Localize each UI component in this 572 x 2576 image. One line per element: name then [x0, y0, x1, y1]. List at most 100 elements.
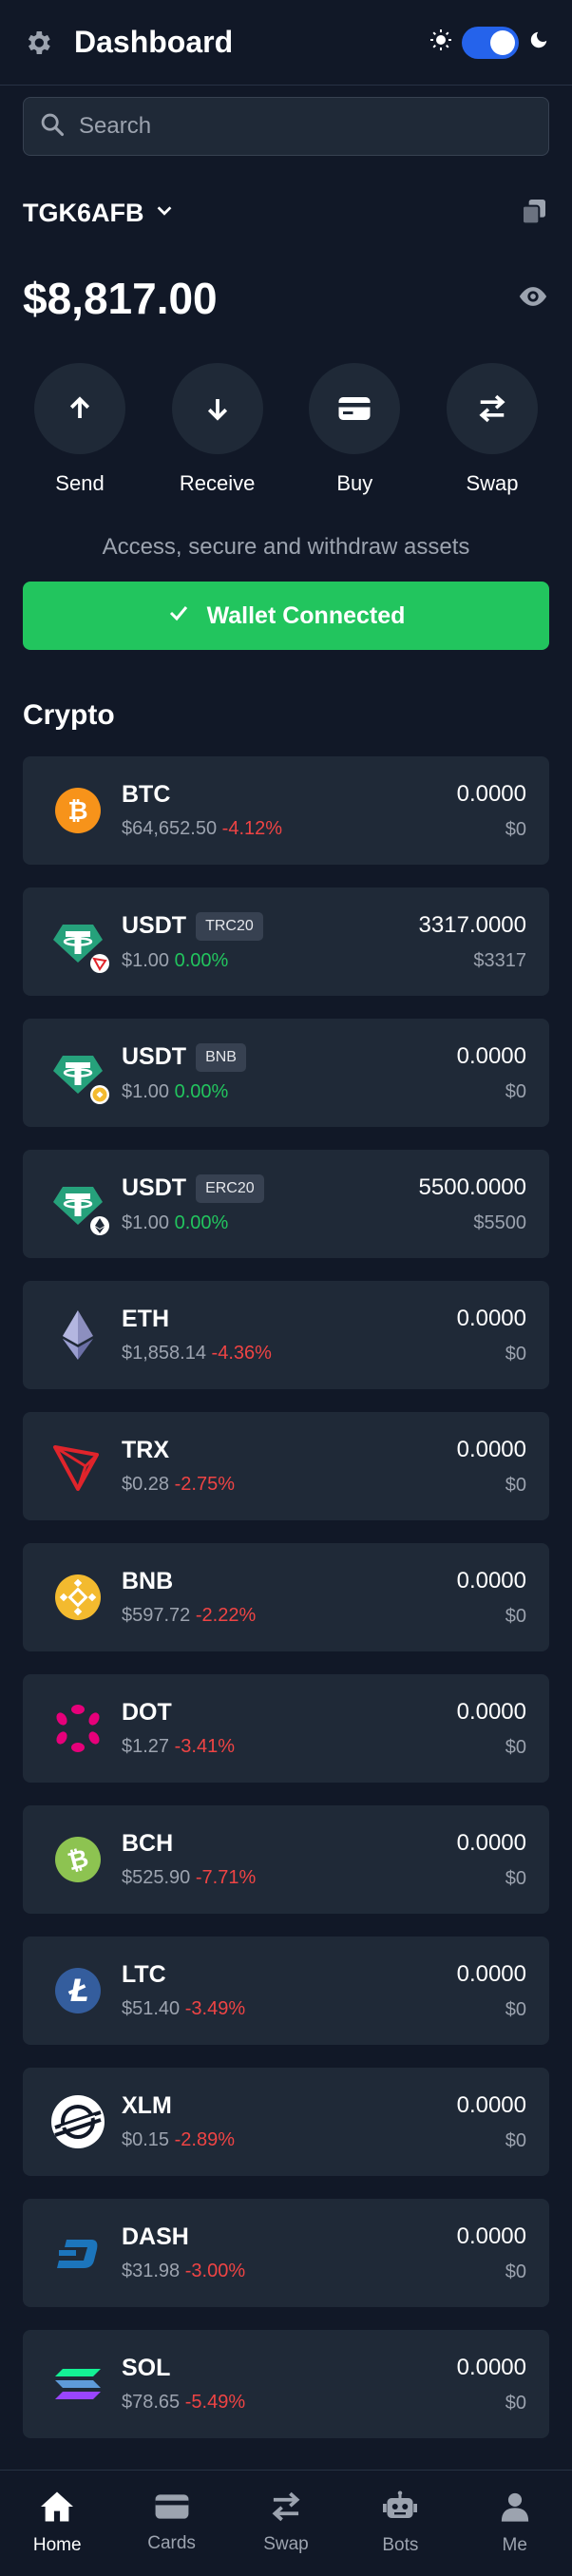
asset-row-trx[interactable]: TRX $0.28 -2.75% 0.0000 $0: [23, 1412, 549, 1520]
card-icon: [154, 2492, 190, 2526]
wallet-selector[interactable]: TGK6AFB: [23, 199, 175, 228]
asset-row-usdt-erc20[interactable]: USDT ERC20 $1.00 0.00% 5500.0000 $5500: [23, 1150, 549, 1258]
asset-info: SOL $78.65 -5.49%: [122, 2355, 457, 2414]
asset-symbol: BCH: [122, 1830, 174, 1857]
asset-change: 0.00%: [174, 1212, 229, 1233]
asset-info: DASH $31.98 -3.00%: [122, 2223, 457, 2282]
moon-icon: [528, 29, 549, 55]
nav-cards[interactable]: Cards: [115, 2492, 229, 2554]
total-balance: $8,817.00: [23, 274, 218, 323]
asset-quantity: 0.0000: [456, 1698, 526, 1725]
asset-row-dash[interactable]: DASH $31.98 -3.00% 0.0000 $0: [23, 2199, 549, 2307]
asset-row-eth[interactable]: ETH $1,858.14 -4.36% 0.0000 $0: [23, 1281, 549, 1389]
asset-price: $1.00: [122, 949, 170, 971]
asset-value: $5500: [473, 1212, 526, 1233]
asset-value: $0: [505, 818, 526, 840]
search-icon: [39, 111, 66, 143]
buy-label: Buy: [336, 471, 373, 495]
receive-button[interactable]: Receive: [149, 363, 286, 496]
asset-price: $51.40: [122, 1998, 181, 2019]
asset-row-btc[interactable]: ₿ BTC $64,652.50 -4.12% 0.0000 $0: [23, 756, 549, 865]
arrow-down-icon: [171, 363, 263, 454]
asset-symbol: USDT: [122, 912, 187, 939]
asset-info: ETH $1,858.14 -4.36%: [122, 1306, 457, 1364]
asset-row-bch[interactable]: ₿ BCH $525.90 -7.71% 0.0000 $0: [23, 1805, 549, 1914]
theme-toggle[interactable]: [429, 26, 549, 59]
nav-swap-label: Swap: [263, 2534, 309, 2554]
asset-price: $0.28: [122, 1474, 170, 1495]
theme-switch[interactable]: [462, 26, 519, 59]
buy-button[interactable]: Buy: [286, 363, 423, 496]
check-icon: [167, 601, 190, 631]
network-badge: TRC20: [196, 911, 263, 941]
swap-button[interactable]: Swap: [424, 363, 561, 496]
wallet-connected-button[interactable]: Wallet Connected: [23, 582, 549, 650]
asset-value: $0: [505, 1998, 526, 2020]
asset-row-sol[interactable]: SOL $78.65 -5.49% 0.0000 $0: [23, 2330, 549, 2438]
balance-row: $8,817.00: [23, 270, 549, 327]
wallet-id: TGK6AFB: [23, 198, 144, 227]
asset-holdings: 0.0000 $0: [457, 2223, 526, 2283]
asset-quantity: 0.0000: [456, 2223, 526, 2249]
asset-row-dot[interactable]: DOT $1.27 -3.41% 0.0000 $0: [23, 1674, 549, 1783]
bottom-nav: Home Cards Swap Bots Me: [0, 2470, 572, 2576]
asset-row-ltc[interactable]: Ł LTC $51.40 -3.49% 0.0000 $0: [23, 1937, 549, 2045]
search-input[interactable]: [79, 113, 533, 140]
theme-switch-knob: [490, 29, 515, 55]
eye-icon[interactable]: [517, 280, 549, 317]
asset-holdings: 5500.0000 $5500: [419, 1174, 526, 1234]
asset-holdings: 0.0000 $0: [457, 1437, 526, 1497]
asset-value: $0: [505, 1080, 526, 1102]
asset-quantity: 0.0000: [456, 1960, 526, 1987]
bnb-network-icon: [89, 1084, 110, 1105]
asset-change: -4.36%: [211, 1343, 272, 1364]
asset-row-xlm[interactable]: XLM $0.15 -2.89% 0.0000 $0: [23, 2068, 549, 2176]
asset-price: $1,858.14: [122, 1343, 206, 1364]
ethereum-network-icon: [89, 1215, 110, 1236]
search-bar: [23, 97, 549, 156]
asset-quantity: 0.0000: [456, 1042, 526, 1069]
nav-me[interactable]: Me: [458, 2490, 572, 2556]
tron-network-icon: [89, 953, 110, 974]
asset-change: -3.00%: [184, 2261, 246, 2281]
nav-home[interactable]: Home: [0, 2490, 114, 2556]
asset-quantity: 3317.0000: [418, 911, 526, 938]
asset-value: $0: [505, 1343, 526, 1364]
nav-cards-label: Cards: [147, 2533, 196, 2553]
swap-icon: [446, 363, 538, 454]
asset-symbol: BNB: [122, 1568, 174, 1594]
send-button[interactable]: Send: [11, 363, 148, 496]
usdt-icon: [49, 913, 109, 973]
asset-value: $0: [505, 2261, 526, 2282]
copy-icon[interactable]: [519, 196, 549, 231]
xlm-icon: [49, 2093, 106, 2150]
nav-bots[interactable]: Bots: [343, 2490, 457, 2556]
asset-info: LTC $51.40 -3.49%: [122, 1961, 457, 2020]
asset-symbol: TRX: [122, 1437, 169, 1463]
nav-home-label: Home: [32, 2535, 82, 2555]
asset-change: -4.12%: [221, 818, 283, 839]
asset-quantity: 0.0000: [456, 2091, 526, 2118]
asset-row-usdt-trc20[interactable]: USDT TRC20 $1.00 0.00% 3317.0000 $3317: [23, 887, 549, 996]
asset-info: BCH $525.90 -7.71%: [122, 1830, 457, 1889]
asset-change: -2.75%: [174, 1474, 235, 1495]
asset-quantity: 0.0000: [456, 1305, 526, 1331]
asset-holdings: 0.0000 $0: [457, 1699, 526, 1759]
asset-holdings: 0.0000 $0: [457, 1568, 526, 1628]
asset-change: 0.00%: [174, 949, 229, 971]
asset-quantity: 0.0000: [456, 780, 526, 807]
sun-icon: [429, 29, 452, 56]
asset-row-usdt-bnb[interactable]: USDT BNB $1.00 0.00% 0.0000 $0: [23, 1019, 549, 1127]
ltc-icon: Ł: [49, 1962, 106, 2019]
card-icon: [309, 363, 401, 454]
asset-price: $0.15: [122, 2129, 170, 2150]
asset-row-bnb[interactable]: BNB $597.72 -2.22% 0.0000 $0: [23, 1543, 549, 1651]
asset-symbol: DASH: [122, 2223, 189, 2250]
gear-icon[interactable]: [23, 28, 53, 58]
home-icon: [39, 2490, 75, 2528]
nav-swap[interactable]: Swap: [229, 2491, 343, 2555]
asset-symbol: SOL: [122, 2355, 171, 2381]
asset-value: $0: [505, 2392, 526, 2414]
quick-actions: Send Receive Buy Swap: [11, 363, 561, 496]
asset-price: $1.27: [122, 1736, 170, 1757]
